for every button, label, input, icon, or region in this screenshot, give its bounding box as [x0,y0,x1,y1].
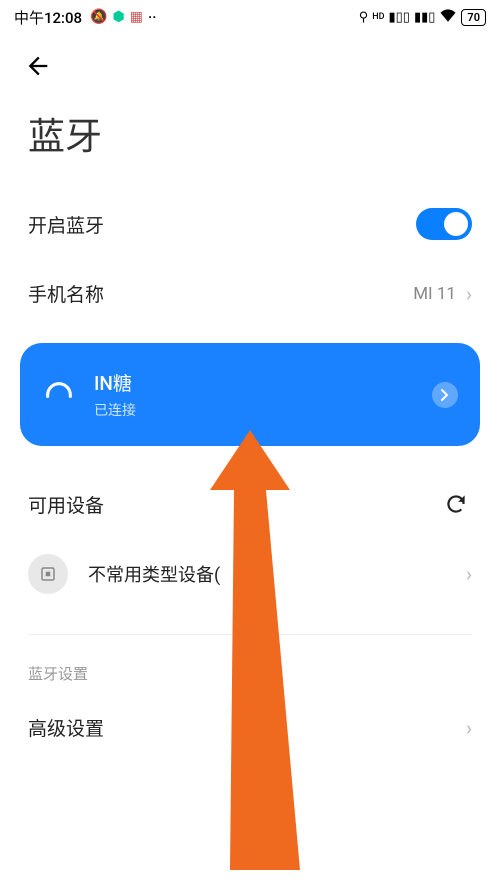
chevron-right-icon: › [466,282,472,306]
device-details-button[interactable] [432,382,458,408]
available-devices-header: 可用设备 [0,470,500,536]
status-notification-icons: 🔕 ⬢ ▦ ·· [90,8,156,26]
device-type-icon [28,554,68,594]
status-left: 中午12:08 🔕 ⬢ ▦ ·· [14,7,156,28]
bluetooth-toggle-label: 开启蓝牙 [28,211,104,238]
bluetooth-status-icon: ⚲ [359,10,369,25]
bluetooth-toggle-row: 开启蓝牙 [0,188,500,260]
signal-1-icon: ▮▯▯ [388,10,409,25]
status-right: ⚲ HD ▮▯▯ ▮▮▯ 70 [359,8,486,26]
hd-icon: HD [372,13,384,22]
connected-device-card[interactable]: IN糖 已连接 [20,343,480,446]
uncommon-devices-label: 不常用类型设备( [88,561,446,587]
connected-device-name: IN糖 [94,369,414,396]
chevron-right-icon: › [466,562,472,586]
app-icon: ▦ [130,9,143,25]
toggle-knob [444,212,468,236]
phone-name-label: 手机名称 [28,280,104,307]
advanced-settings-label: 高级设置 [28,714,104,741]
back-button[interactable] [20,48,56,84]
bell-off-icon: 🔕 [90,9,107,25]
bluetooth-settings-label: 蓝牙设置 [0,657,500,694]
more-icon: ·· [148,8,157,26]
refresh-button[interactable] [440,488,472,520]
advanced-settings-row[interactable]: 高级设置 › [0,694,500,761]
status-time: 中午12:08 [14,7,82,28]
chevron-right-icon: › [466,716,472,740]
available-devices-title: 可用设备 [28,491,104,518]
phone-name-row[interactable]: 手机名称 MI 11 › [0,260,500,327]
status-bar: 中午12:08 🔕 ⬢ ▦ ·· ⚲ HD ▮▯▯ ▮▮▯ 70 [0,0,500,34]
connected-device-status: 已连接 [94,400,414,420]
divider [28,634,472,635]
page-title: 蓝牙 [0,84,500,188]
bluetooth-toggle[interactable] [416,208,472,240]
shield-icon: ⬢ [113,9,125,25]
uncommon-devices-row[interactable]: 不常用类型设备( › [0,536,500,612]
battery-icon: 70 [461,9,486,26]
headphones-icon [42,378,76,412]
phone-name-value: MI 11 [413,284,456,304]
signal-2-icon: ▮▮▯ [414,10,435,25]
wifi-icon [439,8,457,26]
